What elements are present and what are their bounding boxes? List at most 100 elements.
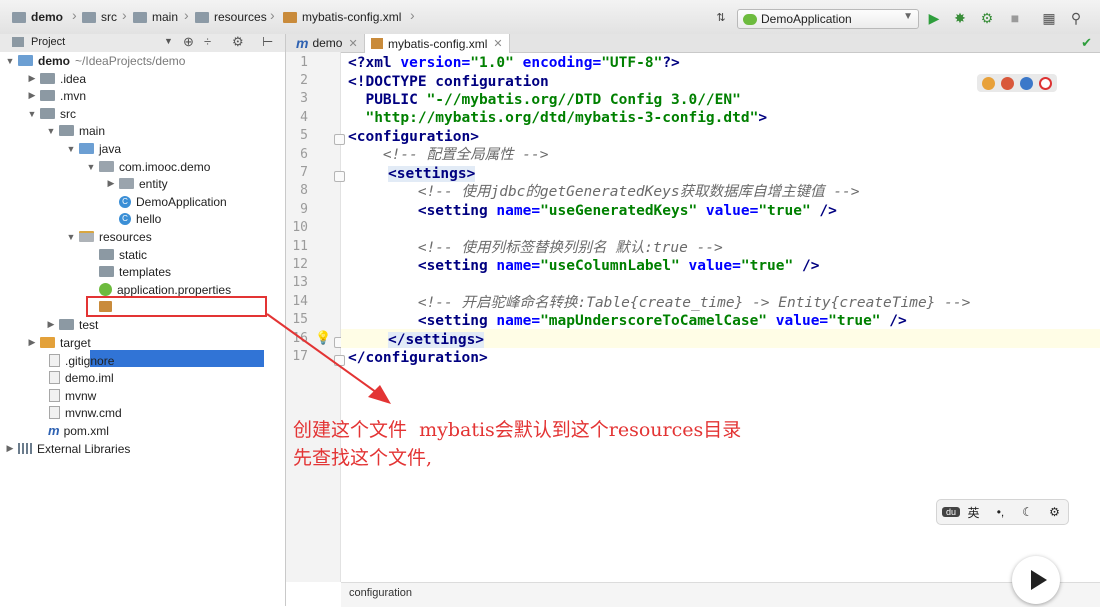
properties-file-icon (99, 283, 112, 296)
close-icon[interactable]: ✕ (348, 37, 357, 50)
run-icon[interactable]: ▶ (926, 10, 942, 26)
tree-item-gitignore[interactable]: .gitignore (46, 352, 114, 369)
tree-item-entity[interactable]: ▶ entity (105, 175, 168, 192)
opera-icon[interactable] (1039, 76, 1052, 90)
tree-item-demoapplication[interactable]: C DemoApplication (117, 193, 227, 210)
folder-icon (59, 125, 74, 136)
highlight-box (86, 296, 267, 317)
project-icon (12, 37, 24, 47)
close-icon[interactable]: ✕ (493, 37, 502, 50)
tree-item-test[interactable]: ▶ test (45, 316, 99, 333)
breadcrumb-mybatis-config[interactable]: mybatis-config.xml (283, 9, 401, 25)
expand-icon[interactable]: ▼ (45, 126, 57, 136)
gear-icon[interactable]: ⚙ (1041, 505, 1068, 519)
root-path: ~/IdeaProjects/demo (75, 53, 186, 68)
file-icon (49, 406, 60, 419)
chevron-down-icon[interactable]: ▼ (164, 36, 173, 46)
tree-item-static[interactable]: static (97, 246, 147, 263)
tree-item-main[interactable]: ▼ main (45, 122, 105, 139)
tree-item-idea[interactable]: ▶ .idea (26, 70, 87, 87)
video-play-button[interactable] (1012, 556, 1060, 604)
gear-icon[interactable]: ⚙ (232, 34, 244, 50)
line-number: 2 (300, 73, 308, 88)
line-number: 10 (292, 220, 308, 235)
code-line-16: </settings> (388, 332, 485, 348)
file-icon (49, 389, 60, 402)
moon-icon[interactable]: ☾ (1014, 505, 1041, 519)
project-tree: ▼ demo ~/IdeaProjects/demo ▶ .idea ▶ .mv… (0, 52, 286, 606)
breadcrumb-main[interactable]: main (133, 9, 178, 25)
tree-item-java[interactable]: ▼ java (65, 140, 121, 157)
expand-icon[interactable]: ▼ (85, 162, 97, 172)
xml-file-icon (283, 11, 297, 23)
source-folder-icon (79, 143, 94, 154)
breadcrumb-src[interactable]: src (82, 9, 117, 25)
tree-item-resources[interactable]: ▼ resources (65, 228, 152, 245)
folder-icon (59, 319, 74, 330)
line-number: 16 (292, 331, 308, 346)
folder-icon (99, 249, 114, 260)
run-configuration-select[interactable]: DemoApplication ▼ (737, 9, 919, 29)
tree-item-demo[interactable]: ▼ demo ~/IdeaProjects/demo (4, 52, 186, 69)
tab-mybatis-config[interactable]: mybatis-config.xml ✕ (364, 34, 510, 53)
breadcrumb-resources[interactable]: resources (195, 9, 267, 25)
browser-preview-icons (977, 74, 1057, 92)
punctuation-icon[interactable]: •, (987, 505, 1014, 519)
resources-folder-icon (79, 231, 94, 242)
stop-icon[interactable]: ■ (1007, 10, 1023, 26)
line-number: 6 (300, 147, 308, 162)
safari-icon[interactable] (1020, 76, 1033, 90)
ime-language-toggle[interactable]: 英 (960, 504, 987, 521)
ime-logo-icon[interactable]: du (942, 507, 960, 517)
expand-icon[interactable]: ▼ (65, 232, 77, 242)
tree-item-external-libraries[interactable]: ▶ External Libraries (4, 440, 131, 457)
library-icon (18, 443, 32, 454)
maven-icon: m (296, 35, 309, 51)
code-line-14: <!-- 开启驼峰命名转换:Table{create_time} -> Enti… (348, 295, 971, 311)
collapse-arrow-icon[interactable]: ▶ (4, 443, 16, 454)
tree-item-demo-iml[interactable]: demo.iml (46, 369, 114, 386)
maven-icon: m (48, 423, 60, 438)
line-number: 17 (292, 349, 308, 364)
chevron-right-icon: › (72, 7, 77, 23)
code-line-9: <setting name="useGeneratedKeys" value="… (348, 203, 837, 219)
breadcrumb-demo[interactable]: demo (12, 9, 63, 25)
tree-item-src[interactable]: ▼ src (26, 105, 76, 122)
collapse-arrow-icon[interactable]: ▶ (105, 178, 117, 189)
expand-icon[interactable]: ▼ (4, 56, 16, 66)
sort-icon[interactable]: ⇅ (713, 10, 729, 26)
tree-item-com-imooc-demo[interactable]: ▼ com.imooc.demo (85, 158, 211, 175)
collapse-icon[interactable]: ÷ (204, 34, 211, 49)
tree-item-mvnw[interactable]: mvnw (46, 387, 96, 404)
locate-icon[interactable]: ⊕ (183, 34, 194, 50)
collapse-arrow-icon[interactable]: ▶ (45, 319, 57, 330)
collapse-arrow-icon[interactable]: ▶ (26, 337, 38, 348)
code-line-12: <setting name="useColumnLabel" value="tr… (348, 258, 820, 274)
expand-icon[interactable]: ▼ (65, 144, 77, 154)
lightbulb-icon[interactable]: 💡 (315, 330, 331, 346)
hide-panel-icon[interactable]: ⊢ (262, 34, 273, 50)
tree-item-target[interactable]: ▶ target (26, 334, 91, 351)
search-icon[interactable]: ⚲ (1068, 10, 1084, 26)
collapse-arrow-icon[interactable]: ▶ (26, 90, 38, 101)
coverage-icon[interactable]: ⚙ (979, 10, 995, 26)
folder-icon (133, 11, 147, 23)
tab-demo[interactable]: m demo ✕ (288, 34, 364, 52)
tree-item-templates[interactable]: templates (97, 263, 171, 280)
tree-item-mvn[interactable]: ▶ .mvn (26, 87, 86, 104)
navigation-bar: demo › src › main › resources › mybatis-… (0, 0, 1100, 35)
code-line-5: <configuration> (348, 129, 479, 145)
code-line-15: <setting name="mapUnderscoreToCamelCase"… (348, 313, 907, 329)
project-structure-icon[interactable]: ▦ (1041, 10, 1057, 26)
line-number: 7 (300, 165, 308, 180)
firefox-icon[interactable] (1001, 76, 1014, 90)
tree-item-hello[interactable]: C hello (117, 210, 161, 227)
tree-item-pom-xml[interactable]: m pom.xml (46, 422, 109, 439)
tree-item-mvnw-cmd[interactable]: mvnw.cmd (46, 404, 122, 421)
project-panel-title[interactable]: Project (31, 36, 65, 48)
chrome-icon[interactable] (982, 76, 995, 90)
debug-icon[interactable]: ✸ (952, 10, 968, 26)
editor-status-breadcrumb[interactable]: configuration (341, 582, 1100, 607)
collapse-arrow-icon[interactable]: ▶ (26, 73, 38, 84)
expand-icon[interactable]: ▼ (26, 109, 38, 119)
